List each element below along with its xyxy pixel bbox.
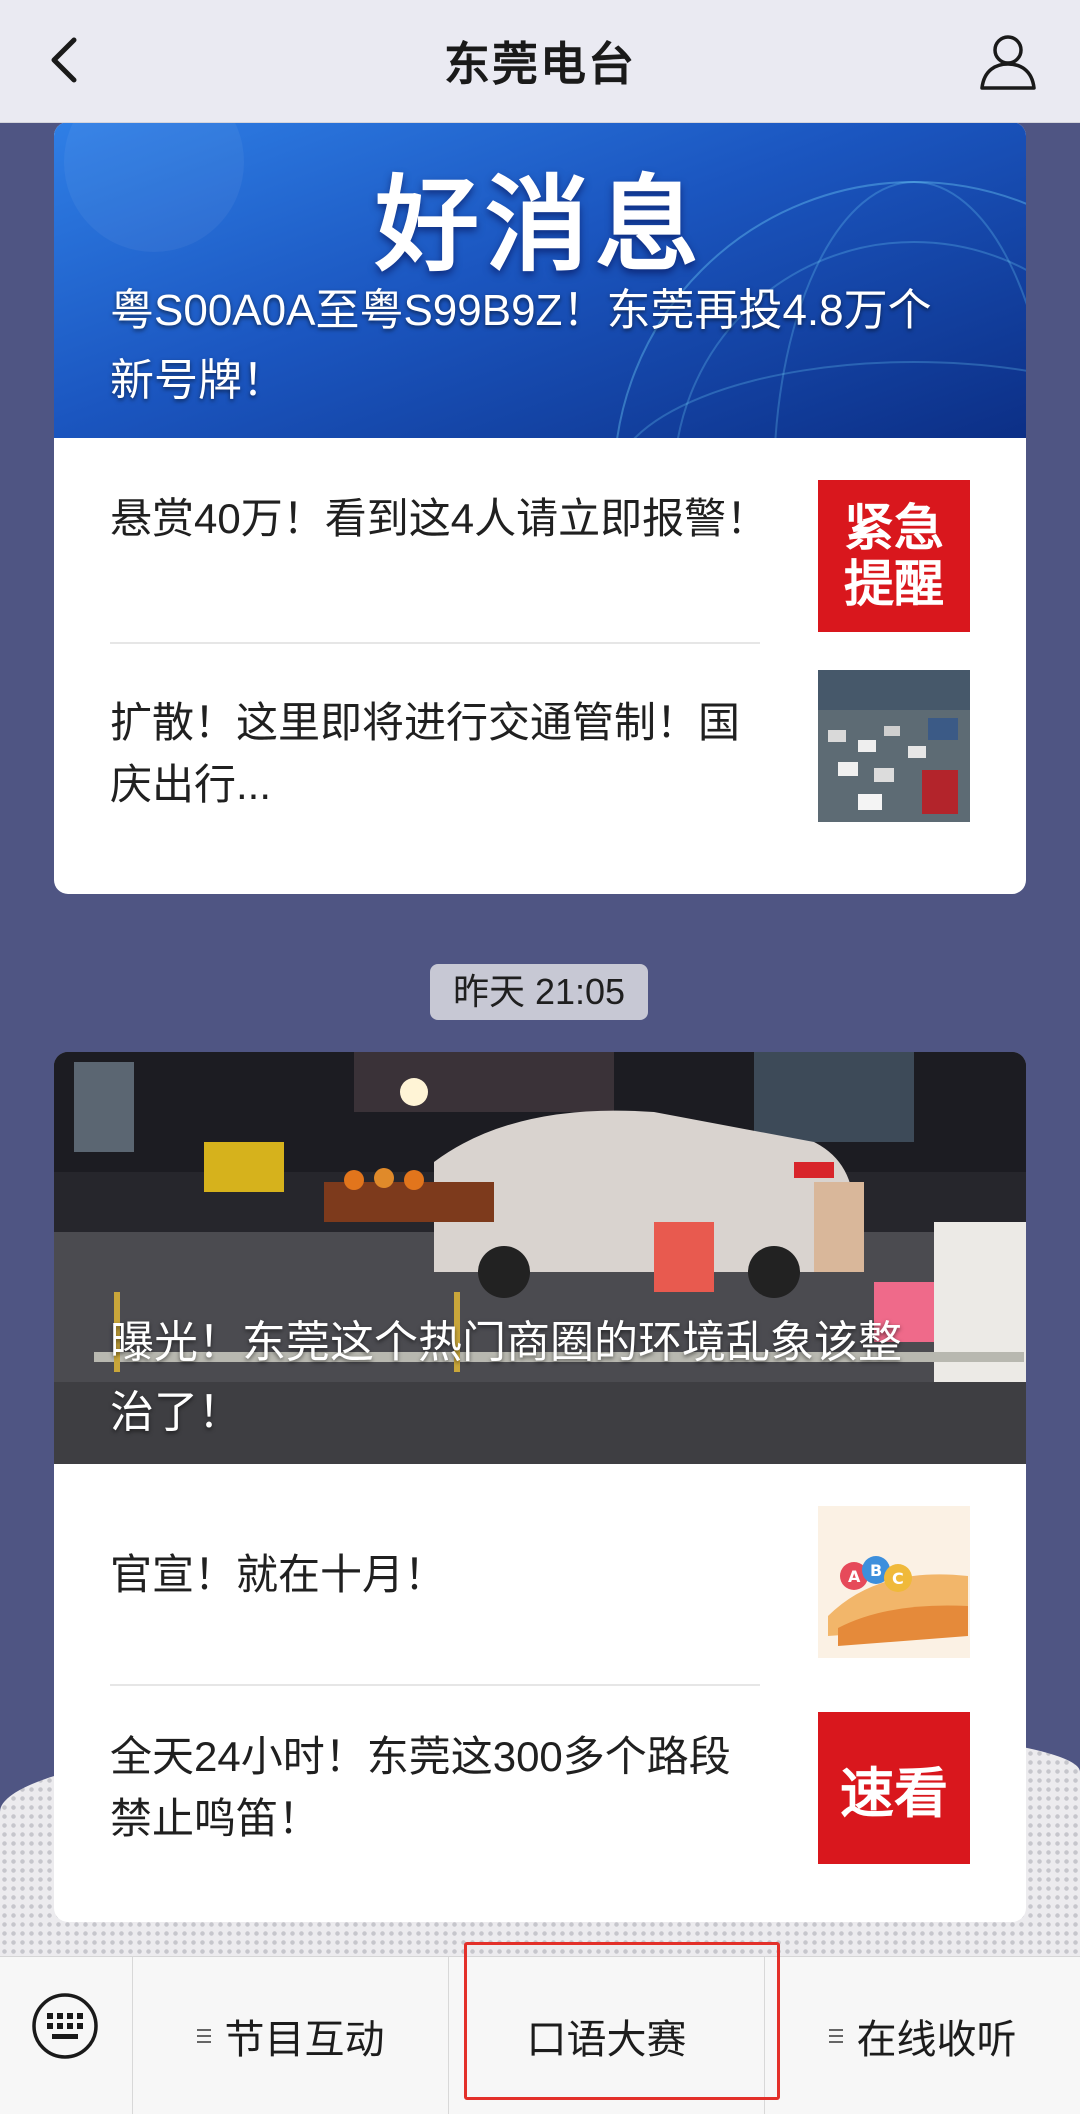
- menu-lines-icon: [828, 2025, 843, 2047]
- banner-text: 好消息: [374, 168, 705, 284]
- title-bar: 东莞电台: [0, 0, 1080, 123]
- svg-text:B: B: [870, 1561, 882, 1580]
- user-icon[interactable]: [976, 30, 1040, 94]
- keyboard-icon[interactable]: [30, 1991, 100, 2061]
- svg-text:A: A: [848, 1567, 861, 1586]
- menu-lines-icon: [196, 2025, 211, 2047]
- list-item[interactable]: 官宣！就在十月！ A B C: [54, 1464, 1026, 1686]
- item-title: 官宣！就在十月！: [110, 1551, 447, 1598]
- list-item[interactable]: 扩散！这里即将进行交通管制！国庆出行...: [54, 644, 1026, 894]
- article-card: 好消息 粤S00A0A至粤S99B9Z！东莞再投4.8万个新号牌！ 悬赏40万！…: [54, 122, 1026, 894]
- menu-label: 节目互动: [224, 2017, 385, 2062]
- item-title: 扩散！这里即将进行交通管制！国庆出行...: [110, 699, 741, 808]
- menu-label: 口语大赛: [526, 2017, 687, 2062]
- page-title: 东莞电台: [444, 38, 636, 90]
- article-title: 曝光！东莞这个热门商圈的环境乱象该整治了！: [110, 1318, 902, 1437]
- menu-listen-online[interactable]: 在线收听: [765, 1957, 1080, 2114]
- menu-speaking-contest[interactable]: 口语大赛: [449, 1957, 764, 2114]
- abc-train-thumbnail: A B C: [818, 1506, 970, 1658]
- urgent-reminder-thumbnail: 紧急 提醒: [818, 480, 970, 632]
- svg-text:C: C: [892, 1569, 904, 1588]
- traffic-photo-thumbnail: [818, 670, 970, 822]
- article-title: 粤S00A0A至粤S99B9Z！东莞再投4.8万个新号牌！: [110, 286, 932, 405]
- article-hero[interactable]: 曝光！东莞这个热门商圈的环境乱象该整治了！: [54, 1052, 1026, 1464]
- message-list[interactable]: 好消息 粤S00A0A至粤S99B9Z！东莞再投4.8万个新号牌！ 悬赏40万！…: [0, 122, 1080, 1956]
- quick-look-thumbnail: 速看: [818, 1712, 970, 1864]
- article-card: 曝光！东莞这个热门商圈的环境乱象该整治了！ 官宣！就在十月！ A B C 全天2…: [54, 1052, 1026, 1922]
- menu-label: 在线收听: [856, 2017, 1017, 2062]
- item-title: 全天24小时！东莞这300多个路段禁止鸣笛！: [110, 1733, 731, 1842]
- list-item[interactable]: 悬赏40万！看到这4人请立即报警！ 紧急 提醒: [54, 438, 1026, 644]
- bottom-menu-bar: 节目互动 口语大赛 在线收听: [0, 1956, 1080, 2114]
- chevron-left-icon[interactable]: [36, 30, 96, 90]
- item-title: 悬赏40万！看到这4人请立即报警！: [110, 495, 769, 542]
- message-timestamp: 昨天 21:05: [430, 964, 648, 1020]
- article-hero[interactable]: 好消息 粤S00A0A至粤S99B9Z！东莞再投4.8万个新号牌！: [54, 122, 1026, 438]
- menu-program-interaction[interactable]: 节目互动: [133, 1957, 448, 2114]
- list-item[interactable]: 全天24小时！东莞这300多个路段禁止鸣笛！ 速看: [54, 1686, 1026, 1922]
